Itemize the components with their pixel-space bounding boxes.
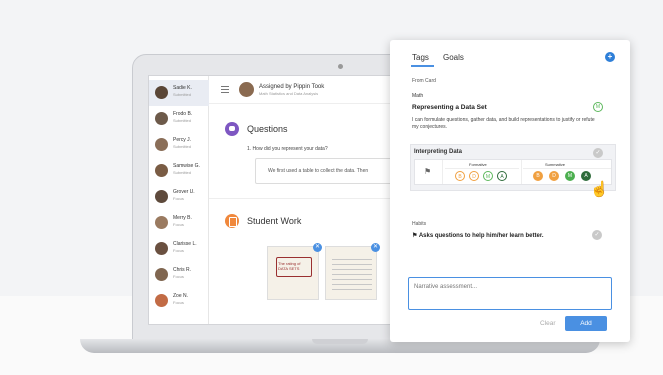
student-status: Focus [173, 274, 184, 279]
student-status: Submitted [173, 144, 192, 149]
student-name: Chris R. [173, 267, 192, 273]
subject-label: Math [412, 93, 424, 99]
student-item[interactable]: Samwise G. Submitted [149, 158, 209, 184]
formative-level-developing[interactable]: D [469, 171, 479, 181]
student-name: Merry B. [173, 215, 192, 221]
avatar [239, 82, 254, 97]
student-item[interactable]: Frodo B. Submitted [149, 106, 209, 132]
avatar [155, 242, 168, 255]
assignment-title: Assigned by Pippin Took [259, 84, 325, 90]
student-item[interactable]: Percy J. Submitted [149, 132, 209, 158]
thumbnail-caption: The rating of DATA SETS [278, 261, 301, 271]
student-list: Sadie K. Submitted Frodo B. Submitted Pe… [149, 76, 209, 324]
formative-label: Formative [469, 162, 487, 167]
notebook-lines [332, 255, 372, 291]
clipboard-icon [225, 214, 239, 228]
remove-icon[interactable]: ✕ [371, 243, 380, 252]
avatar [155, 112, 168, 125]
work-thumbnail[interactable]: ✕ [325, 243, 380, 300]
assignment-subtitle: Math Statistics and Data Analysis [259, 91, 319, 96]
avatar [155, 268, 168, 281]
work-thumbnail[interactable]: The rating of DATA SETS ✕ [267, 243, 322, 300]
formative-divider [445, 168, 519, 169]
formative-level-mastery[interactable]: M [483, 171, 493, 181]
check-icon[interactable]: ✓ [593, 148, 603, 158]
hand-cursor-icon: ☝ [590, 181, 609, 198]
avatar [155, 164, 168, 177]
summative-level-mastery[interactable]: M [565, 171, 575, 181]
habit-text: Asks questions to help him/her learn bet… [418, 233, 544, 239]
student-work-heading: Student Work [247, 216, 302, 226]
standard-description: I can formulate questions, gather data, … [412, 117, 595, 130]
flag-icon[interactable]: ⚑ [424, 167, 431, 176]
add-button[interactable]: Add [565, 316, 607, 331]
summative-divider [523, 168, 611, 169]
narrative-assessment-input[interactable] [408, 277, 612, 310]
student-item[interactable]: Grover U. Focus [149, 184, 209, 210]
student-item[interactable]: Zoe N. Focus [149, 288, 209, 314]
answer-text: We first used a table to collect the dat… [268, 168, 369, 174]
laptop-camera [338, 64, 343, 69]
student-status: Focus [173, 222, 184, 227]
avatar [155, 294, 168, 307]
check-icon[interactable]: ✓ [592, 230, 602, 240]
student-name: Samwise G. [173, 163, 200, 169]
questions-heading: Questions [247, 124, 288, 134]
student-name: Percy J. [173, 137, 192, 143]
avatar [155, 138, 168, 151]
group-divider [521, 160, 522, 184]
flag-icon: ⚑ [412, 233, 419, 239]
summative-level-developing[interactable]: D [549, 171, 559, 181]
chat-bubble-icon [225, 122, 239, 136]
student-status: Focus [173, 248, 184, 253]
student-name: Grover U. [173, 189, 195, 195]
standard-title: Representing a Data Set [412, 104, 487, 111]
flag-cell: ⚑ [415, 160, 443, 184]
avatar [155, 216, 168, 229]
formative-level-advanced[interactable]: A [497, 171, 507, 181]
student-name: Frodo B. [173, 111, 193, 117]
student-status: Submitted [173, 118, 192, 123]
tab-goals[interactable]: Goals [443, 53, 464, 62]
student-item[interactable]: Clarisse L. Focus [149, 236, 209, 262]
add-icon[interactable]: + [605, 52, 615, 62]
student-status: Submitted [173, 92, 192, 97]
assessment-levels: ⚑ Formative Summative B D M A B D M A [414, 159, 612, 185]
student-item[interactable]: Sadie K. Submitted [149, 80, 209, 106]
clear-button[interactable]: Clear [540, 320, 556, 327]
student-status: Submitted [173, 170, 192, 175]
interpreting-data-card: Interpreting Data ✓ ⚑ Formative Summativ… [410, 144, 616, 191]
from-card-label: From Card [412, 78, 436, 84]
hamburger-menu-icon[interactable] [221, 86, 229, 93]
question-prompt: 1. How did you represent your data? [247, 146, 328, 152]
remove-icon[interactable]: ✕ [313, 243, 322, 252]
habit-item: ⚑ Asks questions to help him/her learn b… [412, 232, 544, 239]
student-name: Clarisse L. [173, 241, 197, 247]
formative-level-beginning[interactable]: B [455, 171, 465, 181]
habits-label: Habits [412, 221, 427, 227]
student-status: Focus [173, 196, 184, 201]
student-name: Zoe N. [173, 293, 189, 299]
student-item[interactable]: Merry B. Focus [149, 210, 209, 236]
avatar [155, 190, 168, 203]
summative-label: Summative [545, 162, 566, 167]
avatar [155, 86, 168, 99]
summative-level-beginning[interactable]: B [533, 171, 543, 181]
tab-tags[interactable]: Tags [412, 53, 429, 62]
laptop-notch [312, 339, 368, 344]
mastery-badge: M [593, 102, 603, 112]
active-tab-indicator [411, 65, 434, 67]
student-item[interactable]: Chris R. Focus [149, 262, 209, 288]
interpreting-data-title: Interpreting Data [414, 149, 463, 155]
student-status: Focus [173, 300, 184, 305]
student-name: Sadie K. [173, 85, 192, 91]
